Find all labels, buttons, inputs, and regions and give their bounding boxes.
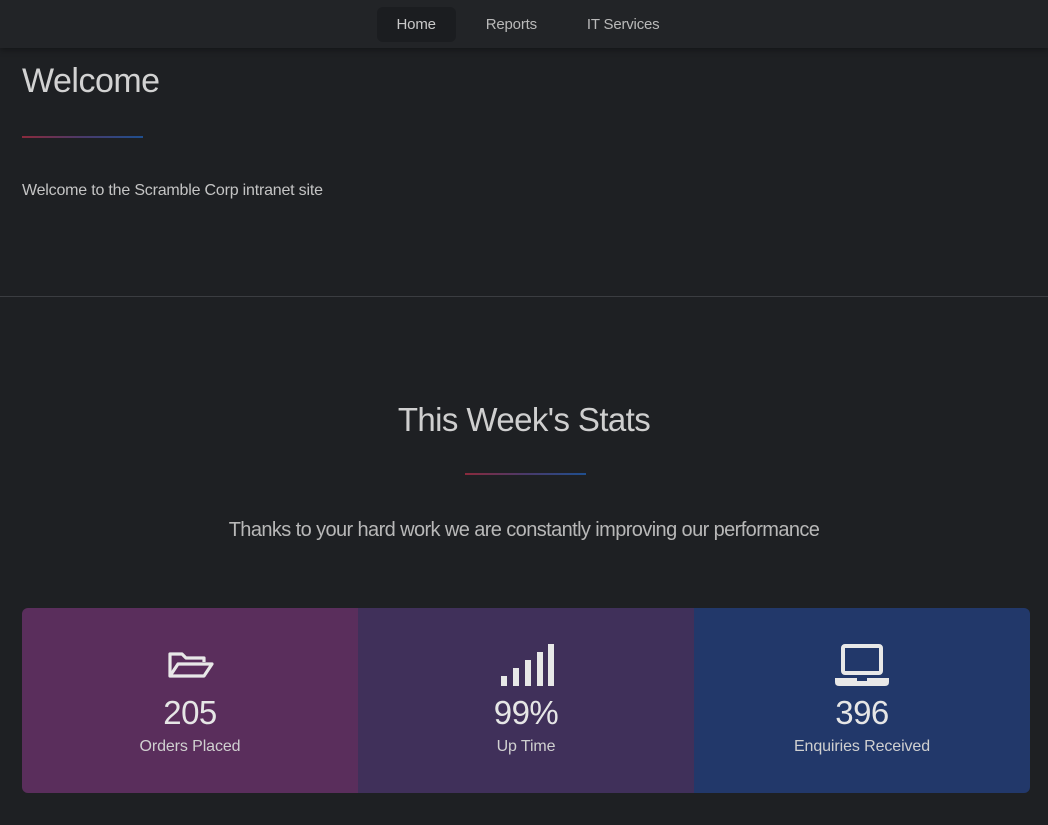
nav-item-it-services[interactable]: IT Services: [567, 7, 680, 42]
stat-card-orders: 205 Orders Placed: [22, 608, 358, 793]
welcome-title: Welcome: [22, 62, 160, 100]
welcome-underline: [22, 136, 143, 138]
stats-title: This Week's Stats: [397, 401, 651, 438]
nav-menu: Home Reports IT Services: [376, 6, 680, 42]
nav-item-reports[interactable]: Reports: [466, 7, 557, 42]
stat-card-enquiries: 396 Enquiries Received: [694, 608, 1030, 793]
stats-underline: [465, 473, 586, 475]
stat-label: Enquiries Received: [793, 738, 931, 755]
signal-bars-icon: [498, 642, 554, 688]
stat-value: 396: [835, 694, 889, 731]
folder-open-icon: [162, 642, 218, 688]
stats-subtitle: Thanks to your hard work we are constant…: [228, 519, 820, 541]
section-divider: [0, 296, 1048, 297]
welcome-text: Welcome to the Scramble Corp intranet si…: [22, 182, 323, 199]
stat-label: Up Time: [496, 738, 556, 755]
top-navbar: Home Reports IT Services: [0, 0, 1048, 48]
stat-label: Orders Placed: [139, 738, 241, 755]
stat-value: 99%: [493, 694, 559, 731]
nav-item-home[interactable]: Home: [376, 6, 456, 42]
stat-card-uptime: 99% Up Time: [358, 608, 694, 793]
laptop-icon: [834, 642, 890, 688]
stats-cards: 205 Orders Placed 99% Up Time 396 Enquir…: [22, 608, 1030, 793]
stat-value: 205: [163, 694, 217, 731]
welcome-section: Welcome Welcome to the Scramble Corp int…: [22, 62, 323, 200]
